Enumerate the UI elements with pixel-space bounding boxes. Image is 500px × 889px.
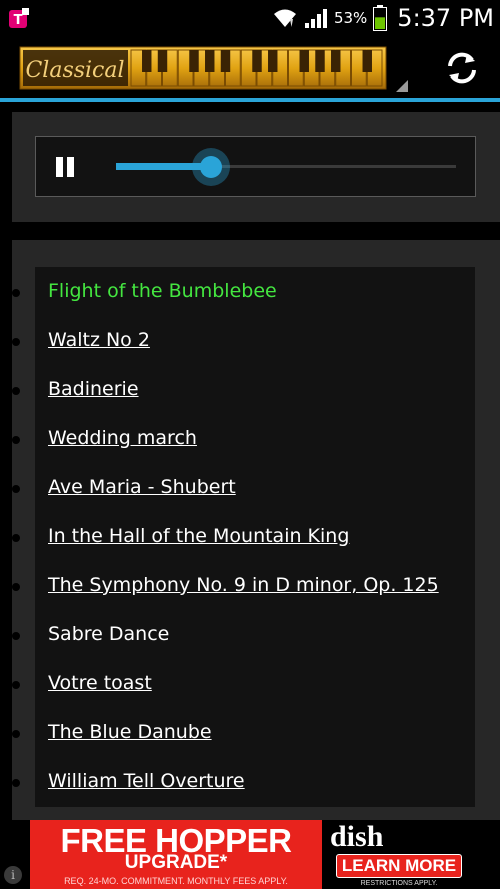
pause-button[interactable]	[52, 154, 78, 180]
ad-brand-panel[interactable]: dish LEARN MORE RESTRICTIONS APPLY.	[322, 820, 472, 889]
track-title[interactable]: The Blue Danube	[48, 721, 212, 743]
info-icon[interactable]: i	[4, 866, 22, 884]
track-title[interactable]: Ave Maria - Shubert	[48, 476, 236, 498]
track-title[interactable]: Sabre Dance	[48, 623, 169, 645]
list-item[interactable]: The Symphony No. 9 in D minor, Op. 125	[0, 571, 500, 601]
track-title[interactable]: In the Hall of the Mountain King	[48, 525, 349, 547]
seek-thumb[interactable]	[192, 148, 231, 186]
ad-banner[interactable]: FREE HOPPER UPGRADE* REQ. 24-MO. COMMITM…	[0, 820, 500, 889]
bullet-icon	[12, 338, 20, 346]
track-title[interactable]: William Tell Overture	[48, 770, 245, 792]
refresh-button[interactable]	[440, 46, 484, 90]
bullet-icon	[12, 632, 20, 640]
list-item[interactable]: Sabre Dance	[0, 620, 500, 650]
genre-selector[interactable]: Classical	[17, 44, 389, 92]
ad-cta-fine-print: RESTRICTIONS APPLY.	[360, 880, 438, 887]
list-item[interactable]: The Blue Danube	[0, 718, 500, 748]
bullet-icon	[12, 485, 20, 493]
refresh-icon	[448, 52, 476, 84]
track-title[interactable]: Waltz No 2	[48, 329, 150, 351]
list-item[interactable]: Waltz No 2	[0, 326, 500, 356]
dropdown-indicator-icon	[396, 80, 408, 92]
list-item[interactable]: Flight of the Bumblebee	[0, 277, 500, 307]
seek-bar[interactable]	[116, 148, 456, 186]
list-item[interactable]: In the Hall of the Mountain King	[0, 522, 500, 552]
signal-icon	[304, 9, 327, 28]
track-title[interactable]: Wedding march	[48, 427, 197, 449]
bullet-icon	[12, 583, 20, 591]
track-title[interactable]: Votre toast	[48, 672, 152, 694]
list-item[interactable]: Votre toast	[0, 669, 500, 699]
status-bar: T 53% 5:37 PM	[0, 0, 500, 36]
battery-icon	[373, 5, 388, 31]
battery-percent: 53%	[333, 9, 368, 27]
ad-fine-print: REQ. 24-MO. COMMITMENT. MONTHLY FEES APP…	[64, 876, 288, 886]
list-item[interactable]: Badinerie	[0, 375, 500, 405]
header-divider	[0, 98, 500, 102]
ad-learn-more-button[interactable]: LEARN MORE	[336, 854, 462, 878]
list-item[interactable]: William Tell Overture	[0, 767, 500, 797]
bullet-icon	[12, 681, 20, 689]
ad-brand-logo: dish	[330, 820, 384, 853]
track-title[interactable]: Badinerie	[48, 378, 139, 400]
wifi-icon	[273, 9, 296, 27]
track-title[interactable]: Flight of the Bumblebee	[48, 280, 277, 302]
list-item[interactable]: Wedding march	[0, 424, 500, 454]
bullet-icon	[12, 534, 20, 542]
svg-text:T: T	[14, 13, 23, 28]
ad-offer[interactable]: FREE HOPPER UPGRADE* REQ. 24-MO. COMMITM…	[30, 820, 322, 889]
bullet-icon	[12, 436, 20, 444]
list-item[interactable]: Ave Maria - Shubert	[0, 473, 500, 503]
track-title[interactable]: The Symphony No. 9 in D minor, Op. 125	[48, 574, 439, 596]
t-mobile-icon: T	[9, 8, 29, 28]
ad-subline: UPGRADE*	[124, 852, 228, 873]
genre-label: Classical	[25, 58, 124, 83]
clock: 5:37 PM	[397, 4, 494, 32]
bullet-icon	[12, 387, 20, 395]
bullet-icon	[12, 779, 20, 787]
bullet-icon	[12, 289, 20, 297]
bullet-icon	[12, 730, 20, 738]
